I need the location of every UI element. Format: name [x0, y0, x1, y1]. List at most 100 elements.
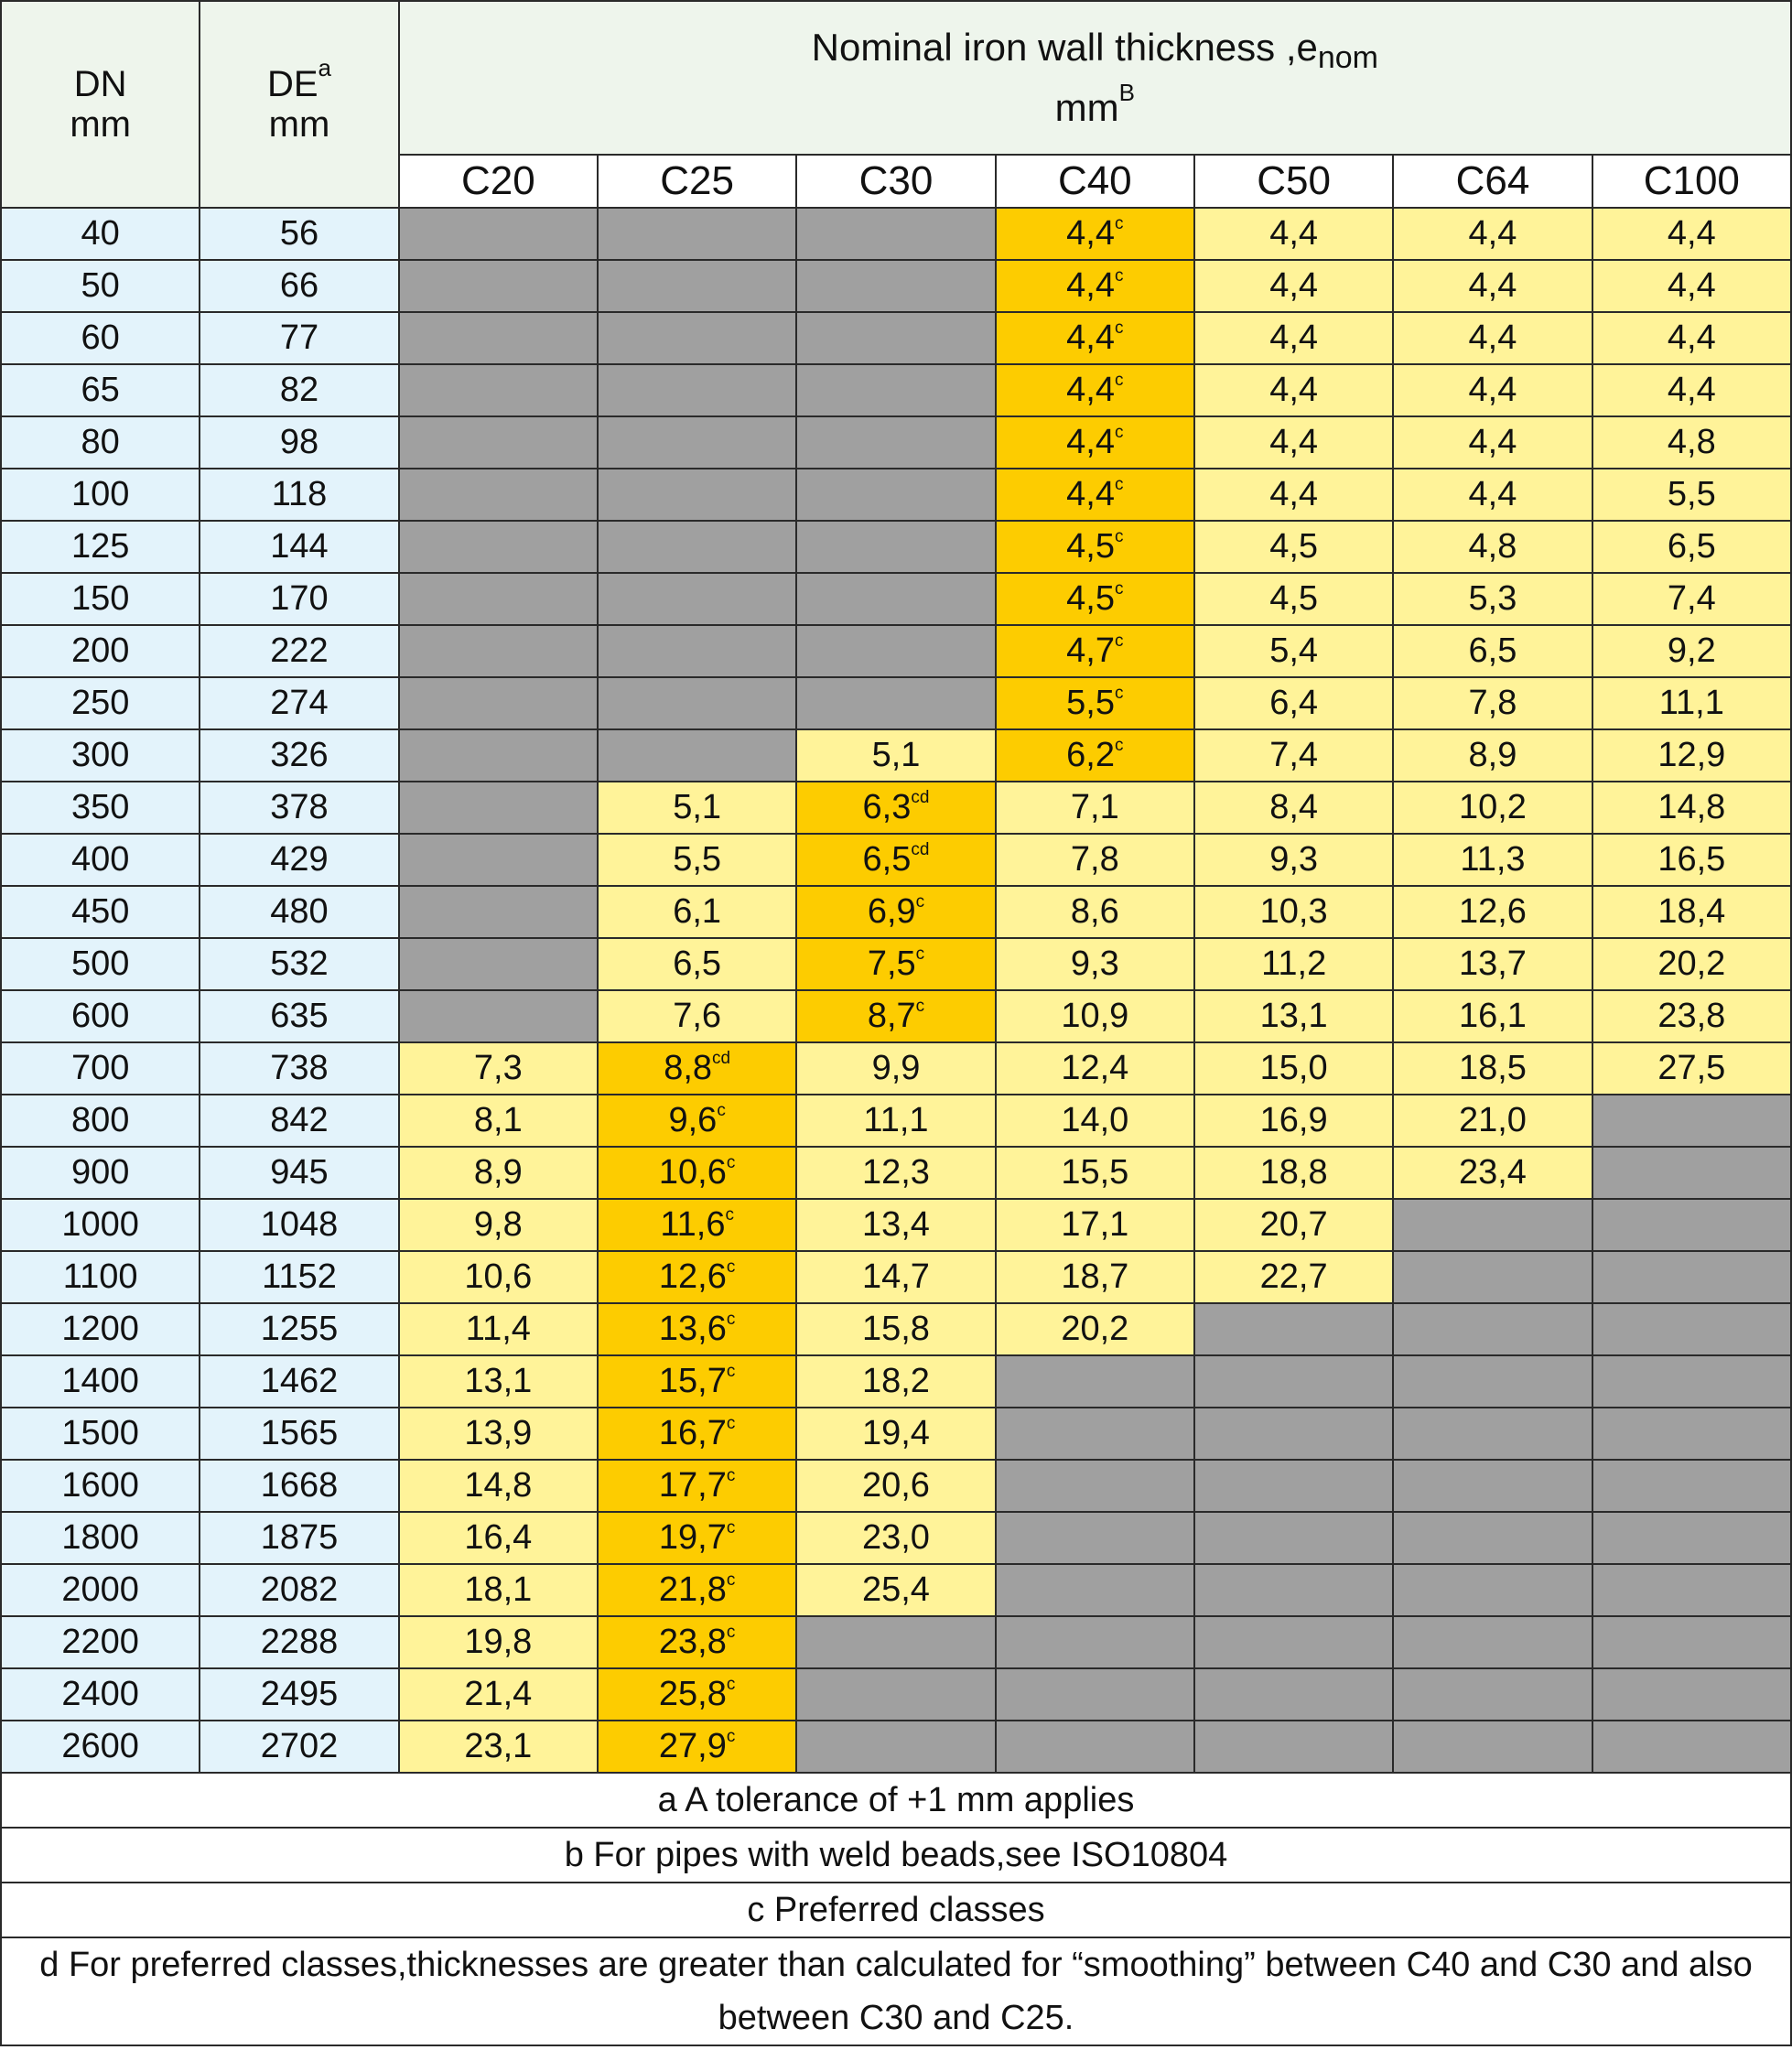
- thickness-cell: 18,4: [1591, 885, 1792, 939]
- unavailable-cell: [397, 363, 599, 417]
- unavailable-cell: [1193, 1407, 1395, 1461]
- thickness-value: 13,9: [464, 1414, 533, 1452]
- footnote-mark: c: [915, 944, 925, 964]
- thickness-value: 15,7: [658, 1362, 727, 1400]
- footnote-mark: c: [726, 1310, 736, 1329]
- thickness-cell: 25,4: [795, 1563, 997, 1617]
- thickness-value: 7,6: [673, 997, 722, 1035]
- thickness-value: 4,8: [1468, 527, 1517, 566]
- unavailable-cell: [1591, 1720, 1792, 1774]
- thickness-value: 4,4: [1066, 371, 1115, 409]
- unavailable-cell: [1392, 1302, 1593, 1356]
- thickness-value: 4,4: [1468, 318, 1517, 357]
- thickness-value: 8,7: [867, 997, 916, 1035]
- thickness-value: 9,6: [668, 1101, 718, 1139]
- thickness-cell: 10,2: [1392, 781, 1593, 835]
- thickness-value: 8,9: [473, 1153, 523, 1192]
- footnote-mark: c: [726, 1570, 736, 1590]
- preferred-thickness-cell: 5,5c: [994, 676, 1195, 730]
- thickness-value: 4,4: [1269, 371, 1319, 409]
- footnote-mark: cd: [911, 788, 930, 807]
- dn-cell: 200: [0, 624, 201, 678]
- thickness-cell: 19,8: [397, 1615, 599, 1669]
- thickness-cell: 6,1: [596, 885, 798, 939]
- table-row: 50 66 4,4c 4,4 4,4 4,4: [0, 259, 1792, 313]
- de-cell: 2702: [199, 1720, 400, 1774]
- table-row: 1500 1565 13,9 16,7c 19,4: [0, 1407, 1792, 1461]
- thickness-cell: 6,5: [1591, 520, 1792, 574]
- thickness-value: 4,4: [1066, 318, 1115, 357]
- unavailable-cell: [397, 311, 599, 365]
- thickness-cell: 9,9: [795, 1041, 997, 1095]
- unavailable-cell: [795, 1615, 997, 1669]
- unavailable-cell: [1193, 1720, 1395, 1774]
- unavailable-cell: [596, 624, 798, 678]
- unavailable-cell: [1591, 1198, 1792, 1252]
- thickness-cell: 6,5: [596, 937, 798, 991]
- thickness-value: 11,6: [660, 1205, 726, 1244]
- footnote-mark: c: [1114, 214, 1124, 233]
- footnote-row: d For preferred classes,thicknesses are …: [0, 1937, 1792, 2046]
- thickness-value: 9,9: [871, 1049, 921, 1087]
- footnote-row: a A tolerance of +1 mm applies: [0, 1772, 1792, 1829]
- thickness-value: 6,5: [1468, 631, 1517, 670]
- class-header-c30: C30: [795, 154, 997, 209]
- thickness-cell: 23,4: [1392, 1146, 1593, 1200]
- unavailable-cell: [397, 415, 599, 469]
- thickness-cell: 5,5: [1591, 468, 1792, 522]
- preferred-thickness-cell: 4,4c: [994, 468, 1195, 522]
- unavailable-cell: [397, 728, 599, 782]
- dn-cell: 1800: [0, 1511, 201, 1565]
- table-row: 125 144 4,5c 4,5 4,8 6,5: [0, 520, 1792, 574]
- dn-cell: 500: [0, 937, 201, 991]
- footnote-text: a A tolerance of +1 mm applies: [0, 1772, 1792, 1829]
- unavailable-cell: [1392, 1354, 1593, 1408]
- thickness-cell: 20,6: [795, 1459, 997, 1513]
- thickness-value: 9,3: [1269, 840, 1319, 879]
- unavailable-cell: [397, 885, 599, 939]
- table-row: 350 378 5,1 6,3cd 7,1 8,4 10,2 14,8: [0, 781, 1792, 835]
- thickness-cell: 4,4: [1392, 259, 1593, 313]
- thickness-value: 23,4: [1458, 1153, 1527, 1192]
- thickness-cell: 14,8: [397, 1459, 599, 1513]
- footnote-mark: c: [1114, 475, 1124, 494]
- unavailable-cell: [596, 415, 798, 469]
- thickness-unit: mm: [1054, 86, 1119, 129]
- footnote-mark: cd: [712, 1049, 731, 1068]
- thickness-value: 13,1: [464, 1362, 533, 1400]
- preferred-thickness-cell: 4,7c: [994, 624, 1195, 678]
- footnote-mark: c: [915, 892, 925, 912]
- thickness-value: 6,3: [862, 788, 912, 826]
- class-header-c20: C20: [397, 154, 599, 209]
- thickness-value: 18,4: [1657, 892, 1726, 931]
- thickness-value: 25,8: [658, 1675, 727, 1713]
- de-label: DE: [266, 64, 318, 104]
- thickness-value: 16,1: [1458, 997, 1527, 1035]
- thickness-cell: 22,7: [1193, 1250, 1395, 1304]
- thickness-cell: 4,4: [1392, 415, 1593, 469]
- thickness-value: 4,4: [1066, 214, 1115, 253]
- dn-cell: 450: [0, 885, 201, 939]
- dn-cell: 1200: [0, 1302, 201, 1356]
- thickness-value: 23,1: [464, 1727, 533, 1765]
- thickness-value: 8,1: [473, 1101, 523, 1139]
- unavailable-cell: [1591, 1407, 1792, 1461]
- de-cell: 1565: [199, 1407, 400, 1461]
- thickness-value: 5,1: [871, 736, 921, 774]
- thickness-cell: 16,1: [1392, 989, 1593, 1043]
- preferred-thickness-cell: 4,4c: [994, 207, 1195, 261]
- unavailable-cell: [1591, 1563, 1792, 1617]
- thickness-value: 7,8: [1468, 684, 1517, 722]
- thickness-value: 5,1: [673, 788, 722, 826]
- thickness-unit-footnote-mark: B: [1118, 79, 1135, 106]
- thickness-value: 4,4: [1269, 318, 1319, 357]
- footnote-row: b For pipes with weld beads,see ISO10804: [0, 1827, 1792, 1883]
- thickness-cell: 4,4: [1591, 363, 1792, 417]
- thickness-value: 8,9: [1468, 736, 1517, 774]
- thickness-value: 10,9: [1061, 997, 1129, 1035]
- thickness-value: 16,4: [464, 1518, 533, 1557]
- thickness-cell: 21,0: [1392, 1094, 1593, 1148]
- dn-cell: 700: [0, 1041, 201, 1095]
- thickness-value: 13,4: [861, 1205, 930, 1244]
- thickness-value: 12,6: [1458, 892, 1527, 931]
